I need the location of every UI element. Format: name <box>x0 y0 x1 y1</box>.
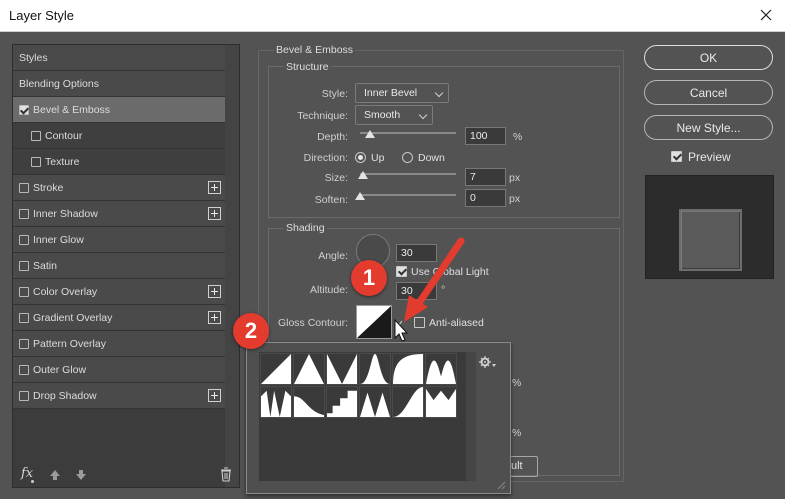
annotation-badge-2: 2 <box>233 313 269 349</box>
annotation-arrow <box>394 237 465 342</box>
annotation-badge-1: 1 <box>351 260 387 296</box>
